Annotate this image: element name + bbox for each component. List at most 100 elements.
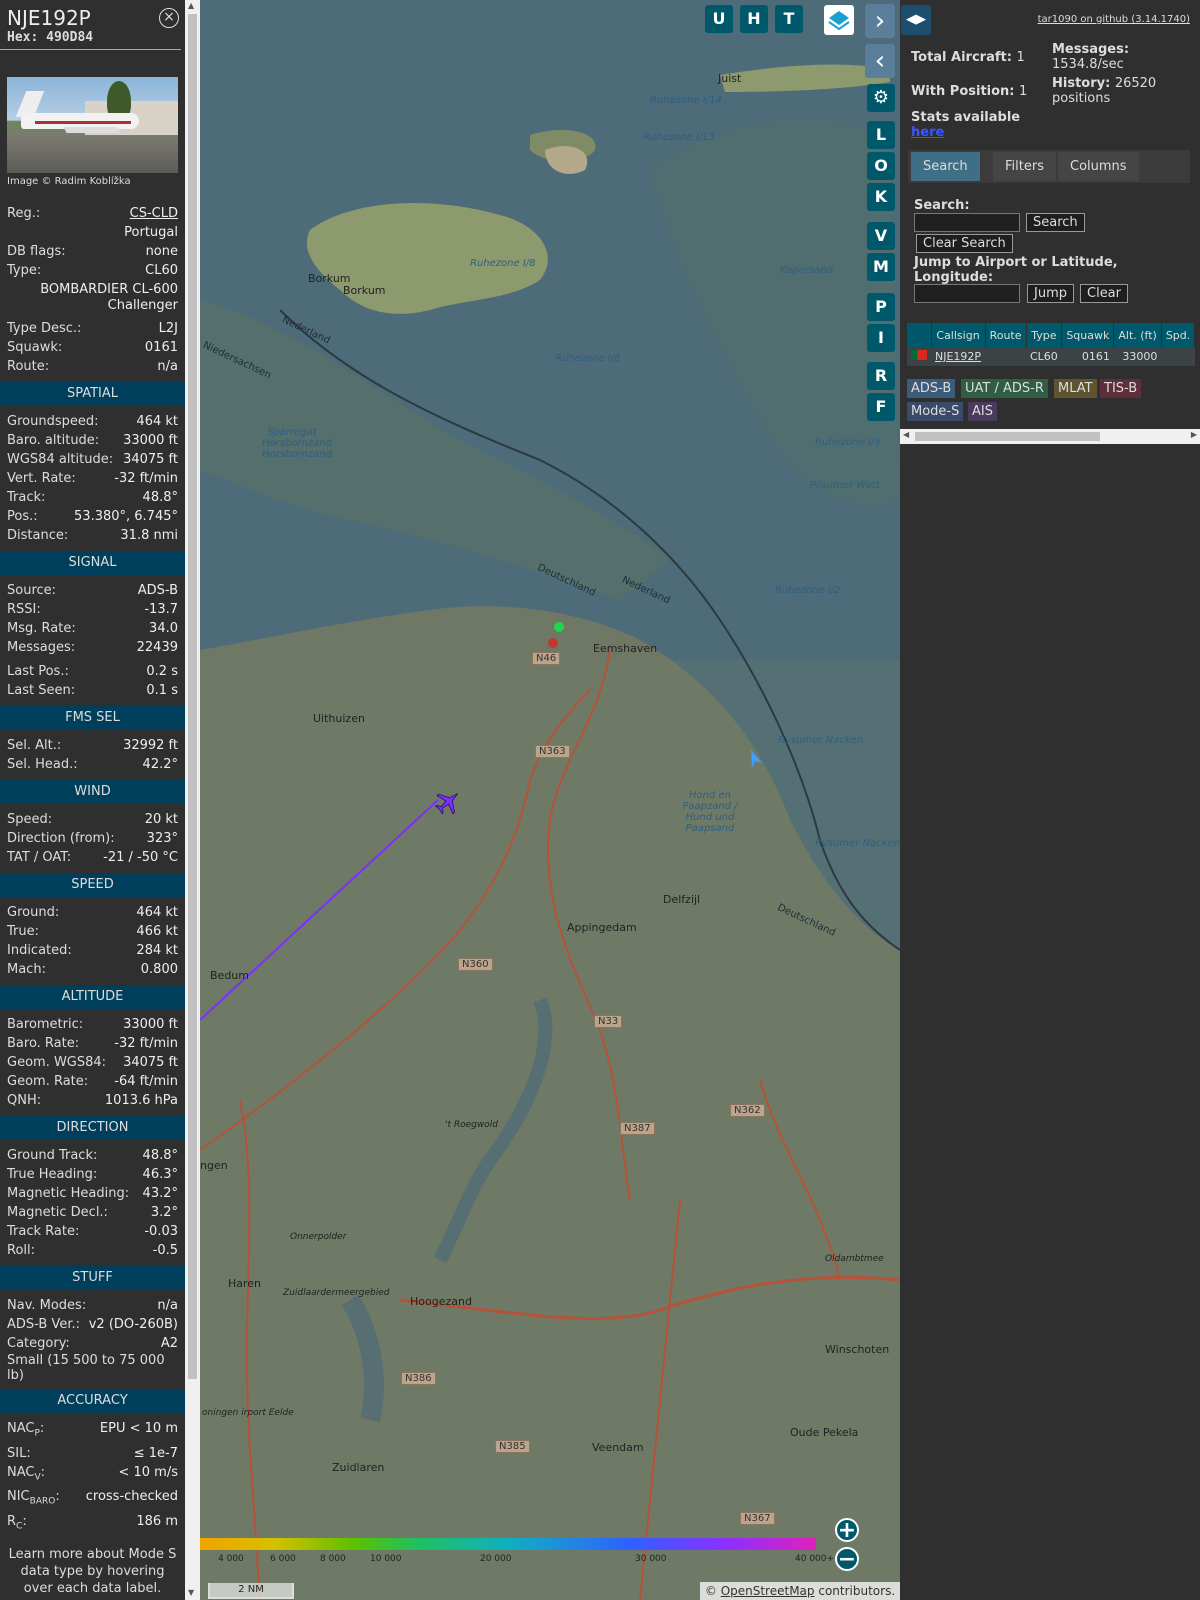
column-header[interactable]: Squawk [1061, 323, 1115, 347]
osm-link[interactable]: OpenStreetMap [721, 1584, 815, 1598]
info-label[interactable]: Mach: [7, 960, 46, 979]
source-badge-uat-ads-r: UAT / ADS-R [961, 379, 1048, 398]
stats-here-link[interactable]: here [911, 125, 1020, 140]
hscroll-thumb[interactable] [915, 432, 1100, 441]
jump-input[interactable] [914, 284, 1020, 303]
scroll-left-icon[interactable]: ◀ [903, 430, 909, 439]
info-row: SIL: ≤ 1e-7 [0, 1444, 185, 1463]
map-button-u[interactable]: U [705, 5, 733, 33]
scroll-up-icon[interactable]: ▲ [188, 1, 194, 10]
info-label[interactable]: Speed: [7, 810, 52, 829]
callsign-link[interactable]: NJE192P [935, 350, 981, 363]
info-label[interactable]: RC: [7, 1512, 27, 1537]
search-input[interactable] [914, 213, 1020, 232]
info-label[interactable]: NACP: [7, 1419, 44, 1444]
jump-button[interactable]: Jump [1027, 284, 1074, 303]
search-button[interactable]: Search [1026, 213, 1085, 232]
map-button-t[interactable]: T [775, 5, 803, 33]
scroll-down-icon[interactable]: ▼ [188, 1588, 194, 1597]
info-label[interactable]: Vert. Rate: [7, 469, 76, 488]
info-label[interactable]: Groundspeed: [7, 412, 98, 431]
scroll-right-icon[interactable]: ▶ [1191, 430, 1197, 439]
info-label[interactable]: Ground: [7, 903, 59, 922]
toggle-sidebar-arrows-icon[interactable]: ◀▶ [901, 5, 931, 35]
info-label[interactable]: Roll: [7, 1241, 35, 1260]
tab-filters[interactable]: Filters [993, 152, 1056, 181]
column-header[interactable]: Route [985, 323, 1027, 347]
info-label[interactable]: Baro. Rate: [7, 1034, 79, 1053]
column-header[interactable]: Callsign [931, 323, 986, 347]
github-link[interactable]: tar1090 on github (3.14.1740) [1038, 14, 1190, 25]
info-panel-scrollbar[interactable]: ▲ ▼ [185, 0, 200, 1600]
info-label[interactable]: Msg. Rate: [7, 619, 76, 638]
column-header[interactable]: Alt. (ft) [1113, 323, 1162, 347]
map-button-h[interactable]: H [740, 5, 768, 33]
info-label[interactable]: Sel. Head.: [7, 755, 78, 774]
aircraft-photo[interactable] [7, 77, 178, 173]
info-label[interactable]: Magnetic Decl.: [7, 1203, 108, 1222]
info-label[interactable]: Category: [7, 1334, 70, 1353]
info-label[interactable]: Geom. Rate: [7, 1072, 88, 1091]
zoom-in-icon[interactable]: + [835, 1518, 859, 1542]
info-label[interactable]: Last Seen: [7, 681, 75, 700]
column-header[interactable] [907, 323, 932, 347]
clear-search-button[interactable]: Clear Search [916, 234, 1013, 253]
info-label[interactable]: Ground Track: [7, 1146, 97, 1165]
layers-icon[interactable] [824, 5, 854, 35]
map-button-m[interactable]: M [867, 253, 895, 281]
map-button-f[interactable]: F [867, 393, 895, 421]
info-value: -32 ft/min [114, 1036, 178, 1051]
info-label[interactable]: Baro. altitude: [7, 431, 99, 450]
info-label[interactable]: Track Rate: [7, 1222, 79, 1241]
table-row[interactable]: NJE192P CL60 0161 33000 [907, 347, 1195, 366]
info-label[interactable]: Direction (from): [7, 829, 115, 848]
info-label[interactable]: Indicated: [7, 941, 72, 960]
info-label[interactable]: NACV: [7, 1463, 45, 1488]
tab-columns[interactable]: Columns [1058, 152, 1139, 181]
info-label[interactable]: Messages: [7, 638, 75, 657]
info-label[interactable]: Sel. Alt.: [7, 736, 61, 755]
map-button-i[interactable]: I [867, 324, 895, 352]
info-label[interactable]: Track: [7, 488, 45, 507]
callsign-cell[interactable]: NJE192P [931, 347, 986, 366]
table-horizontal-scrollbar[interactable]: ◀ ▶ [900, 429, 1200, 444]
expand-left-icon[interactable]: ‹ [865, 44, 895, 78]
expand-right-icon[interactable]: › [865, 4, 895, 38]
info-label[interactable]: Geom. WGS84: [7, 1053, 106, 1072]
map-button-l[interactable]: L [867, 121, 895, 149]
info-label[interactable]: Magnetic Heading: [7, 1184, 129, 1203]
scrollbar-thumb[interactable] [188, 14, 197, 1379]
column-header[interactable]: Spd. [1161, 323, 1196, 347]
map-view[interactable]: Borkum Borkum Juist Uithuizen Eemshaven Delfz… [200, 0, 900, 1600]
info-label[interactable]: Source: [7, 581, 56, 600]
info-label[interactable]: Nav. Modes: [7, 1296, 86, 1315]
info-label[interactable]: Barometric: [7, 1015, 83, 1034]
info-label[interactable]: WGS84 altitude: [7, 450, 113, 469]
info-label[interactable]: True: [7, 922, 39, 941]
info-label[interactable]: Distance: [7, 526, 68, 545]
info-label[interactable]: ADS-B Ver.: [7, 1315, 80, 1334]
info-label[interactable]: True Heading: [7, 1165, 97, 1184]
zoom-out-icon[interactable]: − [835, 1547, 859, 1571]
column-header[interactable]: Type [1026, 323, 1063, 347]
map-button-k[interactable]: K [867, 183, 895, 211]
info-label[interactable]: NICBARO: [7, 1487, 60, 1512]
history-label: History: [1052, 76, 1111, 91]
info-label[interactable]: QNH: [7, 1091, 41, 1110]
info-row: Pos.: 53.380°, 6.745° [0, 507, 185, 526]
map-canvas [200, 0, 900, 1600]
map-button-p[interactable]: P [867, 293, 895, 321]
info-label[interactable]: TAT / OAT: [7, 848, 71, 867]
info-label[interactable]: Pos.: [7, 507, 38, 526]
map-button-o[interactable]: O [867, 152, 895, 180]
clear-jump-button[interactable]: Clear [1080, 284, 1128, 303]
map-button-r[interactable]: R [867, 362, 895, 390]
info-label[interactable]: Last Pos.: [7, 662, 69, 681]
map-button-v[interactable]: V [867, 222, 895, 250]
info-label[interactable]: SIL: [7, 1444, 31, 1463]
reg-link[interactable]: CS-CLD [130, 204, 178, 223]
settings-gear-icon[interactable]: ⚙ [867, 84, 895, 112]
close-icon[interactable]: × [159, 8, 179, 28]
info-label[interactable]: RSSI: [7, 600, 41, 619]
tab-search[interactable]: Search [911, 152, 980, 181]
